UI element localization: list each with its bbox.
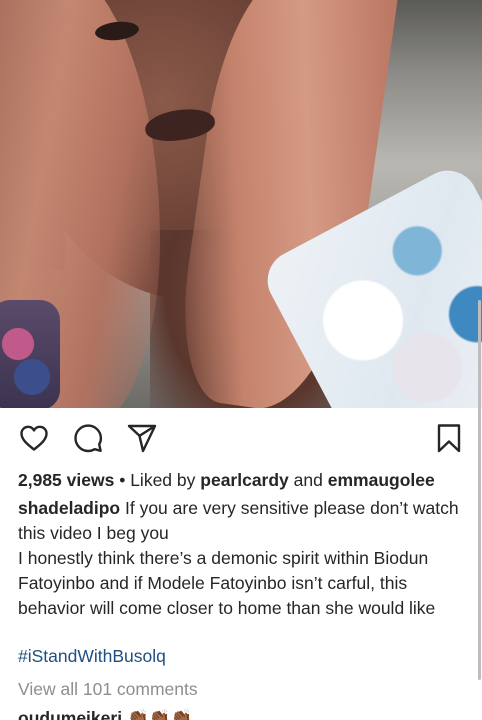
caption-author[interactable]: shadeladipo [18, 498, 120, 518]
comment-emoji: 👏🏾👏🏾👏🏾 [126, 708, 193, 720]
bookmark-icon[interactable] [433, 422, 465, 454]
hashtag-link[interactable]: #iStandWithBusolq [18, 644, 468, 669]
facial-features [55, 0, 255, 230]
separator-dot: • [119, 470, 131, 490]
caption-text: I honestly think there’s a demonic spiri… [18, 548, 436, 618]
liked-by-user[interactable]: emmaugolee [328, 470, 435, 490]
liked-by-user[interactable]: pearlcardy [200, 470, 289, 490]
post-video[interactable] [0, 0, 482, 408]
liked-by-and: and [293, 470, 323, 490]
post-action-bar [0, 412, 482, 462]
lips [143, 105, 217, 145]
view-all-comments-link[interactable]: View all 101 comments [18, 677, 468, 702]
views-and-likes: 2,985 views • Liked by pearlcardy and em… [18, 468, 468, 493]
views-count[interactable]: 2,985 views [18, 470, 114, 490]
heart-outline-icon[interactable] [18, 422, 50, 454]
scrollbar[interactable] [478, 300, 481, 680]
comment-author[interactable]: oudumeikeri [18, 708, 122, 720]
caption-first-line: shadeladipo If you are very sensitive pl… [18, 496, 468, 546]
post-caption: shadeladipo If you are very sensitive pl… [18, 496, 468, 621]
liked-by-prefix: Liked by [130, 470, 196, 490]
eye [94, 19, 140, 43]
comment-preview: oudumeikeri 👏🏾👏🏾👏🏾 [18, 706, 468, 720]
paper-plane-icon[interactable] [126, 422, 158, 454]
floral-shirt-sleeve [0, 300, 60, 408]
comment-bubble-icon[interactable] [72, 422, 104, 454]
